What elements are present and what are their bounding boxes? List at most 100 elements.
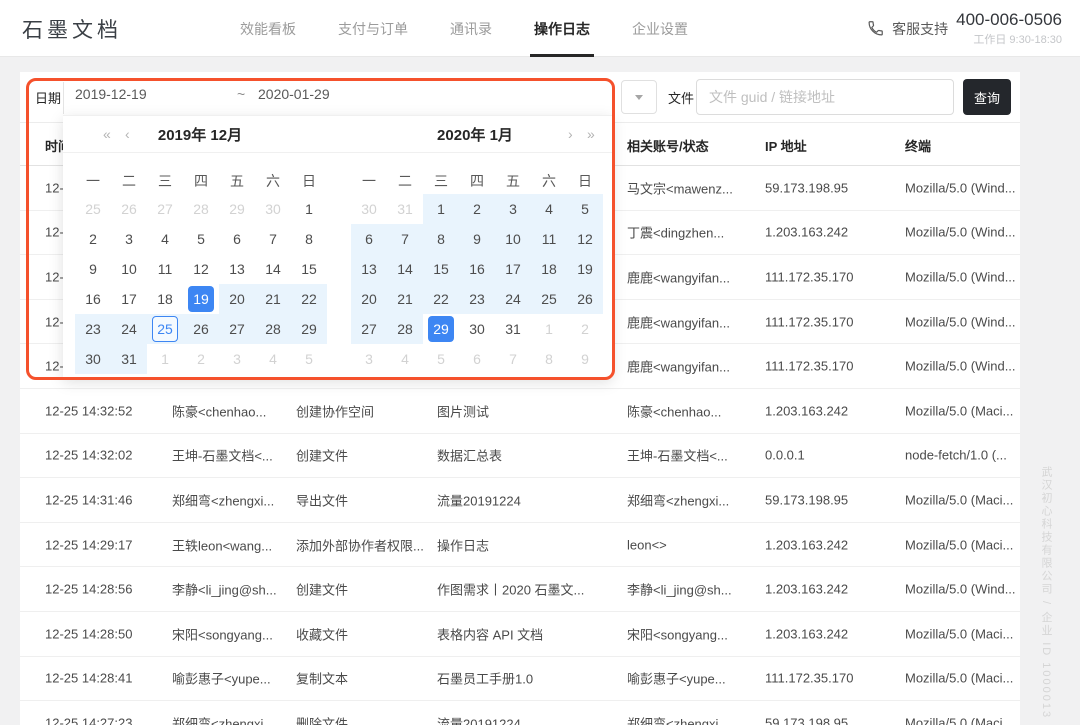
day-cell[interactable]: 29	[423, 314, 459, 344]
day-cell[interactable]: 5	[291, 344, 327, 374]
day-cell[interactable]: 27	[147, 194, 183, 224]
day-cell[interactable]: 18	[147, 284, 183, 314]
day-cell[interactable]: 28	[255, 314, 291, 344]
nav-item-enterprise-settings[interactable]: 企业设置	[632, 0, 688, 57]
day-cell[interactable]: 2	[183, 344, 219, 374]
day-cell[interactable]: 31	[387, 194, 423, 224]
day-cell[interactable]: 28	[183, 194, 219, 224]
day-cell[interactable]: 7	[255, 224, 291, 254]
day-cell[interactable]: 26	[567, 284, 603, 314]
day-cell[interactable]: 19	[567, 254, 603, 284]
day-cell[interactable]: 13	[351, 254, 387, 284]
day-cell[interactable]: 1	[291, 194, 327, 224]
day-cell[interactable]: 22	[291, 284, 327, 314]
date-range-end[interactable]: 2020-01-29	[258, 86, 330, 102]
table-row[interactable]: 12-25 14:32:02 王坤-石墨文档<... 创建文件 数据汇总表 王坤…	[20, 434, 1020, 479]
prev-month-icon[interactable]: ‹	[125, 116, 130, 152]
day-cell[interactable]: 14	[387, 254, 423, 284]
day-cell[interactable]: 16	[459, 254, 495, 284]
day-cell[interactable]: 27	[219, 314, 255, 344]
day-cell[interactable]: 2	[567, 314, 603, 344]
day-cell[interactable]: 10	[495, 224, 531, 254]
day-cell[interactable]: 29	[219, 194, 255, 224]
day-cell[interactable]: 2	[75, 224, 111, 254]
day-cell[interactable]: 30	[75, 344, 111, 374]
day-cell[interactable]: 7	[495, 344, 531, 374]
day-cell[interactable]: 30	[459, 314, 495, 344]
day-cell[interactable]: 8	[291, 224, 327, 254]
day-cell[interactable]: 13	[219, 254, 255, 284]
day-cell[interactable]: 20	[351, 284, 387, 314]
day-cell[interactable]: 24	[495, 284, 531, 314]
day-cell[interactable]: 6	[459, 344, 495, 374]
nav-item-payment[interactable]: 支付与订单	[338, 0, 408, 57]
next-year-icon[interactable]: »	[587, 116, 595, 152]
day-cell[interactable]: 3	[495, 194, 531, 224]
day-cell[interactable]: 5	[183, 224, 219, 254]
day-cell[interactable]: 18	[531, 254, 567, 284]
date-preset-select[interactable]	[621, 80, 657, 114]
day-cell[interactable]: 9	[567, 344, 603, 374]
day-cell[interactable]: 25	[531, 284, 567, 314]
prev-year-icon[interactable]: «	[103, 116, 111, 152]
day-cell[interactable]: 1	[531, 314, 567, 344]
day-cell[interactable]: 22	[423, 284, 459, 314]
day-cell[interactable]: 21	[387, 284, 423, 314]
query-button[interactable]: 查询	[963, 79, 1011, 115]
day-cell[interactable]: 16	[75, 284, 111, 314]
day-cell[interactable]: 19	[183, 284, 219, 314]
table-row[interactable]: 12-25 14:31:46 郑细弯<zhengxi... 导出文件 流量201…	[20, 478, 1020, 523]
date-range-start[interactable]: 2019-12-19	[75, 86, 147, 102]
day-cell[interactable]: 27	[351, 314, 387, 344]
day-cell[interactable]: 6	[219, 224, 255, 254]
day-cell[interactable]: 11	[531, 224, 567, 254]
day-cell[interactable]: 30	[255, 194, 291, 224]
day-cell[interactable]: 8	[423, 224, 459, 254]
day-cell[interactable]: 26	[183, 314, 219, 344]
day-cell[interactable]: 9	[459, 224, 495, 254]
day-cell[interactable]: 31	[495, 314, 531, 344]
day-cell[interactable]: 26	[111, 194, 147, 224]
day-cell[interactable]: 12	[567, 224, 603, 254]
table-row[interactable]: 12-25 14:32:52 陈豪<chenhao... 创建协作空间 图片测试…	[20, 389, 1020, 434]
day-cell[interactable]: 10	[111, 254, 147, 284]
day-cell[interactable]: 5	[423, 344, 459, 374]
table-row[interactable]: 12-25 14:28:56 李静<li_jing@sh... 创建文件 作图需…	[20, 567, 1020, 612]
day-cell[interactable]: 23	[459, 284, 495, 314]
day-cell[interactable]: 30	[351, 194, 387, 224]
nav-item-dashboard[interactable]: 效能看板	[240, 0, 296, 57]
next-month-icon[interactable]: ›	[568, 116, 573, 152]
table-row[interactable]: 12-25 14:29:17 王轶leon<wang... 添加外部协作者权限.…	[20, 523, 1020, 568]
nav-item-operation-log[interactable]: 操作日志	[534, 0, 590, 57]
day-cell[interactable]: 3	[219, 344, 255, 374]
day-cell[interactable]: 20	[219, 284, 255, 314]
day-cell[interactable]: 2	[459, 194, 495, 224]
table-row[interactable]: 12-25 14:27:23 郑细弯<zhengxi... 删除文件 流量201…	[20, 701, 1020, 725]
day-cell[interactable]: 1	[147, 344, 183, 374]
day-cell[interactable]: 1	[423, 194, 459, 224]
day-cell[interactable]: 4	[255, 344, 291, 374]
day-cell[interactable]: 8	[531, 344, 567, 374]
day-cell[interactable]: 21	[255, 284, 291, 314]
day-cell[interactable]: 5	[567, 194, 603, 224]
file-guid-input[interactable]	[696, 79, 954, 115]
day-cell[interactable]: 25	[147, 314, 183, 344]
day-cell[interactable]: 24	[111, 314, 147, 344]
day-cell[interactable]: 9	[75, 254, 111, 284]
table-row[interactable]: 12-25 14:28:50 宋阳<songyang... 收藏文件 表格内容 …	[20, 612, 1020, 657]
nav-item-contacts[interactable]: 通讯录	[450, 0, 492, 57]
day-cell[interactable]: 17	[495, 254, 531, 284]
day-cell[interactable]: 3	[351, 344, 387, 374]
day-cell[interactable]: 7	[387, 224, 423, 254]
day-cell[interactable]: 4	[147, 224, 183, 254]
day-cell[interactable]: 25	[75, 194, 111, 224]
day-cell[interactable]: 15	[291, 254, 327, 284]
day-cell[interactable]: 29	[291, 314, 327, 344]
day-cell[interactable]: 4	[387, 344, 423, 374]
day-cell[interactable]: 6	[351, 224, 387, 254]
day-cell[interactable]: 3	[111, 224, 147, 254]
day-cell[interactable]: 23	[75, 314, 111, 344]
day-cell[interactable]: 17	[111, 284, 147, 314]
table-row[interactable]: 12-25 14:28:41 喻彭惠子<yupe... 复制文本 石墨员工手册1…	[20, 657, 1020, 702]
day-cell[interactable]: 28	[387, 314, 423, 344]
